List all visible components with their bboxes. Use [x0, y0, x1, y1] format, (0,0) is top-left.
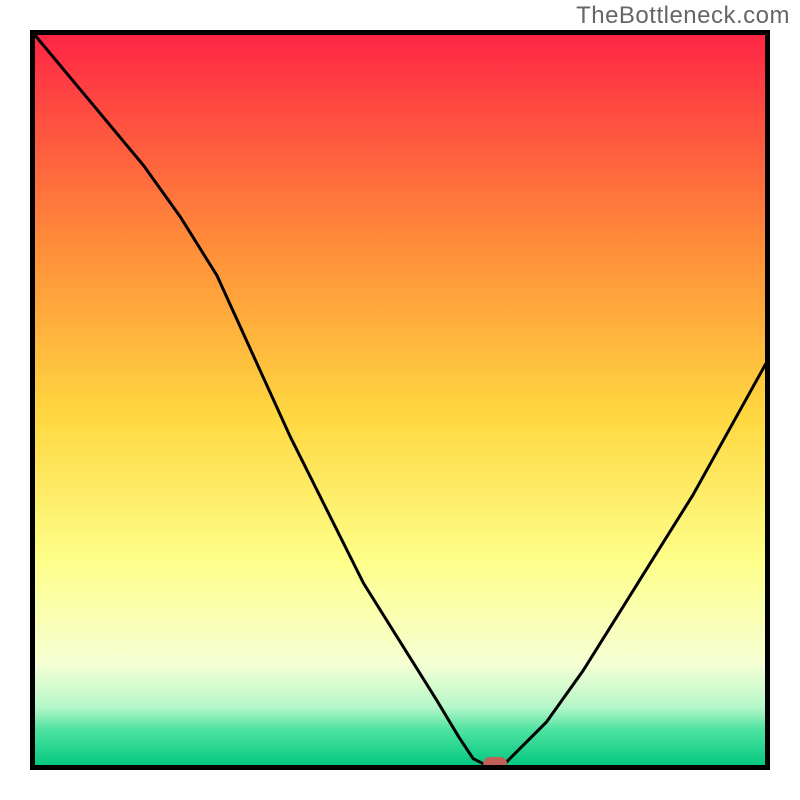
watermark-label: TheBottleneck.com	[576, 2, 790, 30]
gradient-background	[34, 34, 766, 766]
plot-svg	[30, 30, 770, 770]
plot-area	[30, 30, 770, 770]
chart-frame: TheBottleneck.com	[0, 0, 800, 800]
